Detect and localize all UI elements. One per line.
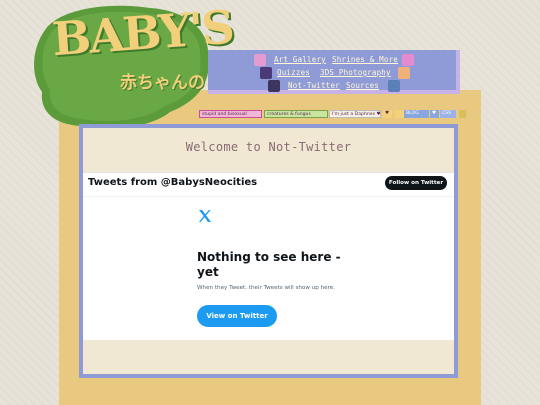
character-gif-icon (260, 67, 272, 79)
logo-subtitle: 赤ちゃんの (120, 73, 205, 93)
nav-link-quizzes[interactable]: Quizzes (277, 68, 310, 77)
nav-link-not-twitter[interactable]: Not-Twitter (288, 81, 340, 90)
embed-divider (83, 196, 454, 197)
badge-heart[interactable]: ♥ (383, 110, 392, 118)
follow-button[interactable]: Follow on Twitter (385, 176, 447, 190)
badge-creatures-fungus[interactable]: creatures & fungus (264, 110, 328, 118)
sparkle-gif-icon (254, 54, 266, 66)
empty-state-body: When they Tweet, their Tweets will show … (197, 285, 335, 291)
nav-link-shrines[interactable]: Shrines & More (332, 55, 398, 64)
nav-link-art-gallery[interactable]: Art Gallery (274, 55, 326, 64)
site-logo[interactable]: BABY'S 赤ちゃんの (0, 0, 234, 135)
pink-star-gif-icon (402, 54, 414, 66)
blue-gif-icon (388, 80, 400, 92)
badge-character[interactable] (395, 110, 404, 118)
nav-link-3ds-photography[interactable]: 3DS Photography (320, 68, 391, 77)
nav-panel: Art Gallery Shrines & More Quizzes 3DS P… (208, 50, 460, 94)
badge-stupid-bisexual[interactable]: stupid and bisexual (199, 110, 262, 118)
page-title: Welcome to Not-Twitter (185, 140, 352, 154)
view-on-twitter-button[interactable]: View on Twitter (197, 305, 277, 327)
badge-blog[interactable]: BLOG (404, 110, 429, 118)
nav-link-sources[interactable]: Sources (346, 81, 379, 90)
badge-daphnes[interactable]: I'm just a Daphnes ♥ (329, 110, 381, 118)
badge-css[interactable]: CSS (440, 110, 456, 118)
x-logo-icon[interactable] (197, 208, 213, 224)
orange-gif-icon (398, 67, 410, 79)
embed-title[interactable]: Tweets from @BabysNeocities (88, 177, 257, 188)
badge-small[interactable] (459, 110, 466, 118)
dark-character-gif-icon (268, 80, 280, 92)
badge-html[interactable]: ♥ (430, 110, 439, 118)
empty-state-title: Nothing to see here - yet (197, 250, 341, 279)
